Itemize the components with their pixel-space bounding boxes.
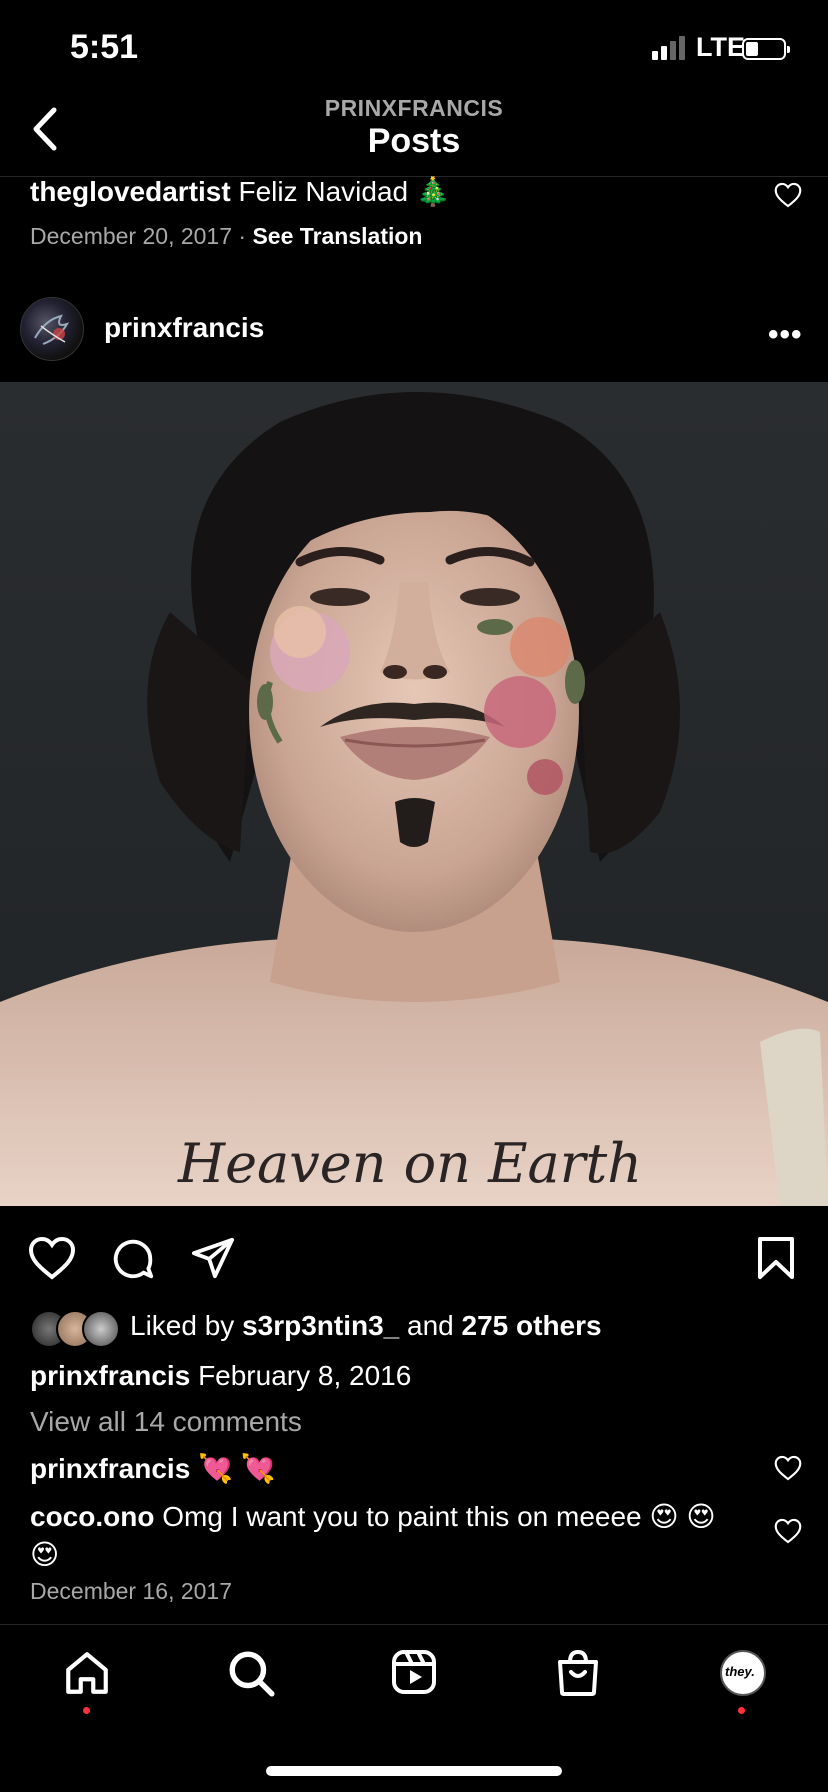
post-avatar[interactable] <box>20 297 84 361</box>
likes-prefix: Liked by <box>130 1310 235 1341</box>
search-icon[interactable] <box>226 1648 276 1698</box>
comment-like-icon[interactable] <box>774 1518 802 1544</box>
like-icon[interactable] <box>28 1236 76 1280</box>
liker-avatar[interactable] <box>82 1310 120 1348</box>
previous-comment-meta: December 20, 2017 · See Translation <box>30 223 422 250</box>
more-options-icon[interactable]: ••• <box>768 318 803 352</box>
caption-text: February 8, 2016 <box>198 1360 412 1391</box>
comment: prinxfrancis 💘 💘 <box>30 1452 276 1485</box>
previous-comment: theglovedartist Feliz Navidad 🎄 <box>30 175 451 208</box>
comment-like-icon[interactable] <box>774 182 802 208</box>
signal-icon <box>652 36 685 60</box>
profile-notification-dot <box>738 1707 745 1714</box>
status-time: 5:51 <box>70 28 139 66</box>
tab-bar-divider <box>0 1624 828 1625</box>
view-all-comments-link[interactable]: View all 14 comments <box>30 1406 302 1438</box>
likes-summary[interactable]: Liked by s3rp3ntin3_ and 275 others <box>130 1310 602 1342</box>
comment: coco.ono Omg I want you to paint this on… <box>30 1498 730 1574</box>
bookmark-icon[interactable] <box>756 1236 796 1280</box>
comment-icon[interactable] <box>110 1236 156 1282</box>
home-indicator[interactable] <box>266 1766 562 1776</box>
meta-separator: · <box>238 223 247 249</box>
shop-icon[interactable] <box>554 1648 602 1698</box>
post-username[interactable]: prinxfrancis <box>104 312 264 344</box>
likes-others[interactable]: 275 others <box>462 1310 602 1341</box>
comment-username[interactable]: prinxfrancis <box>30 1453 190 1484</box>
home-notification-dot <box>83 1707 90 1714</box>
page-title: Posts <box>367 122 461 160</box>
network-label: LTE <box>696 32 745 62</box>
comment-username[interactable]: theglovedartist <box>30 176 231 207</box>
reels-icon[interactable] <box>390 1648 438 1696</box>
chest-tattoo-text: Heaven on Earth <box>177 1132 642 1195</box>
portrait-illustration: Heaven on Earth <box>0 392 828 1206</box>
post-image[interactable]: Heaven on Earth <box>0 382 828 1206</box>
comment-text: Feliz Navidad 🎄 <box>238 176 451 207</box>
post-date: December 16, 2017 <box>30 1578 233 1604</box>
battery-icon <box>742 38 790 60</box>
profile-avatar-label: they. <box>725 1664 755 1679</box>
comment-like-icon[interactable] <box>774 1455 802 1481</box>
profile-avatar[interactable]: they. <box>720 1650 766 1696</box>
home-icon[interactable] <box>62 1648 112 1698</box>
comment-date: December 20, 2017 <box>30 223 233 249</box>
header-username: PRINXFRANCIS <box>324 95 504 121</box>
share-icon[interactable] <box>190 1236 236 1280</box>
comment-text: 💘 💘 <box>198 1453 276 1484</box>
post-caption: prinxfrancis February 8, 2016 <box>30 1360 411 1392</box>
caption-username[interactable]: prinxfrancis <box>30 1360 190 1391</box>
likes-middle: and <box>407 1310 454 1341</box>
see-translation-link[interactable]: See Translation <box>252 223 422 249</box>
comment-username[interactable]: coco.ono <box>30 1501 154 1532</box>
likes-user[interactable]: s3rp3ntin3_ <box>242 1310 399 1341</box>
